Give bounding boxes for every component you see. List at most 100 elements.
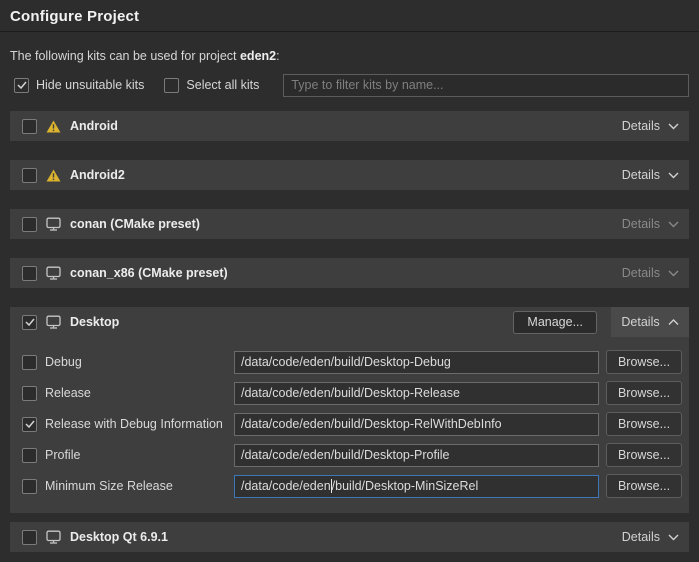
kit-checkbox[interactable] <box>22 530 37 545</box>
kit-name: conan_x86 (CMake preset) <box>70 266 228 280</box>
page-title: Configure Project <box>10 8 689 25</box>
kit-row-android: Android Details <box>10 111 689 141</box>
kit-row-android2: Android2 Details <box>10 160 689 190</box>
details-label: Details <box>621 315 659 329</box>
build-dir-value: /data/code/eden/build/Desktop-RelWithDeb… <box>241 417 502 431</box>
kit-checkbox[interactable] <box>22 315 37 330</box>
build-config-checkbox[interactable] <box>22 417 37 432</box>
browse-button[interactable]: Browse... <box>606 412 682 436</box>
kit-row-conan: conan (CMake preset) Details <box>10 209 689 239</box>
build-dir-value: /data/code/eden/build/Desktop-Release <box>241 386 460 400</box>
kit-row-conan-x86: conan_x86 (CMake preset) Details <box>10 258 689 288</box>
warning-icon <box>46 120 61 133</box>
build-dir-input[interactable]: /data/code/eden/build/Desktop-Release <box>234 382 599 405</box>
chevron-down-icon <box>668 123 679 130</box>
details-button-expanded[interactable]: Details <box>611 307 689 337</box>
build-config-row-debug: Debug /data/code/eden/build/Desktop-Debu… <box>22 350 682 374</box>
details-button-disabled: Details <box>622 217 679 231</box>
build-config-label: Release <box>45 386 234 400</box>
kit-name: Desktop Qt 6.9.1 <box>70 530 168 544</box>
build-config-row-relwithdebinfo: Release with Debug Information /data/cod… <box>22 412 682 436</box>
details-label: Details <box>622 530 660 544</box>
build-dir-value: /build/Desktop-MinSizeRel <box>332 479 479 493</box>
build-config-list: Debug /data/code/eden/build/Desktop-Debu… <box>10 337 689 513</box>
warning-icon <box>46 169 61 182</box>
chevron-up-icon <box>668 319 679 326</box>
kit-row-desktop-qt-691: Desktop Qt 6.9.1 Details <box>10 522 689 552</box>
kit-list: Android Details Android2 Details <box>10 111 689 552</box>
kit-checkbox[interactable] <box>22 119 37 134</box>
hide-unsuitable-kits-toggle[interactable]: Hide unsuitable kits <box>14 78 144 93</box>
kit-filter-controls: Hide unsuitable kits Select all kits <box>14 73 689 97</box>
check-icon <box>25 420 35 428</box>
hide-unsuitable-kits-label[interactable]: Hide unsuitable kits <box>36 78 144 92</box>
desktop-icon <box>46 266 61 280</box>
details-button-disabled: Details <box>622 266 679 280</box>
kit-row-desktop: Desktop Manage... Details Debug /data/co… <box>10 307 689 513</box>
kit-filter-input[interactable] <box>283 74 689 97</box>
details-button[interactable]: Details <box>622 119 679 133</box>
desktop-icon <box>46 217 61 231</box>
chevron-down-icon <box>668 534 679 541</box>
build-dir-input[interactable]: /data/code/eden/build/Desktop-RelWithDeb… <box>234 413 599 436</box>
kit-header: Desktop Qt 6.9.1 Details <box>10 522 689 552</box>
kit-header: conan_x86 (CMake preset) Details <box>10 258 689 288</box>
kit-header: Android Details <box>10 111 689 141</box>
kit-name: Desktop <box>70 315 119 329</box>
build-dir-input[interactable]: /data/code/eden/build/Desktop-Debug <box>234 351 599 374</box>
desktop-icon <box>46 315 61 329</box>
kit-header: conan (CMake preset) Details <box>10 209 689 239</box>
build-dir-input-focused[interactable]: /data/code/eden/build/Desktop-MinSizeRel <box>234 475 599 498</box>
kit-name: Android <box>70 119 118 133</box>
browse-button[interactable]: Browse... <box>606 443 682 467</box>
kit-name: Android2 <box>70 168 125 182</box>
kit-checkbox[interactable] <box>22 266 37 281</box>
build-config-label: Debug <box>45 355 234 369</box>
build-dir-input[interactable]: /data/code/eden/build/Desktop-Profile <box>234 444 599 467</box>
build-config-label: Release with Debug Information <box>45 417 234 431</box>
build-config-checkbox[interactable] <box>22 448 37 463</box>
browse-button[interactable]: Browse... <box>606 474 682 498</box>
intro-text: The following kits can be used for proje… <box>10 49 689 63</box>
details-label: Details <box>622 119 660 133</box>
details-button[interactable]: Details <box>622 530 679 544</box>
project-name: eden2 <box>240 49 276 63</box>
select-all-kits-toggle[interactable]: Select all kits <box>164 78 259 93</box>
details-label: Details <box>622 266 660 280</box>
details-label: Details <box>622 168 660 182</box>
kit-name: conan (CMake preset) <box>70 217 200 231</box>
build-config-checkbox[interactable] <box>22 386 37 401</box>
build-dir-value: /data/code/eden/build/Desktop-Profile <box>241 448 449 462</box>
build-config-row-release: Release /data/code/eden/build/Desktop-Re… <box>22 381 682 405</box>
kit-checkbox[interactable] <box>22 168 37 183</box>
check-icon <box>25 318 35 326</box>
chevron-down-icon <box>668 221 679 228</box>
build-dir-value: /data/code/eden <box>241 479 331 493</box>
kit-checkbox[interactable] <box>22 217 37 232</box>
manage-kits-button[interactable]: Manage... <box>513 311 597 334</box>
select-all-kits-checkbox[interactable] <box>164 78 179 93</box>
intro-prefix: The following kits can be used for proje… <box>10 49 240 63</box>
desktop-icon <box>46 530 61 544</box>
check-icon <box>17 81 27 89</box>
hide-unsuitable-kits-checkbox[interactable] <box>14 78 29 93</box>
details-label: Details <box>622 217 660 231</box>
configure-project-page: Configure Project The following kits can… <box>0 0 699 562</box>
kit-header: Android2 Details <box>10 160 689 190</box>
build-config-checkbox[interactable] <box>22 479 37 494</box>
kit-header: Desktop Manage... Details <box>10 307 689 337</box>
page-header: Configure Project <box>0 0 699 32</box>
build-config-row-profile: Profile /data/code/eden/build/Desktop-Pr… <box>22 443 682 467</box>
details-button[interactable]: Details <box>622 168 679 182</box>
browse-button[interactable]: Browse... <box>606 381 682 405</box>
build-config-checkbox[interactable] <box>22 355 37 370</box>
chevron-down-icon <box>668 270 679 277</box>
build-config-label: Profile <box>45 448 234 462</box>
browse-button[interactable]: Browse... <box>606 350 682 374</box>
select-all-kits-label[interactable]: Select all kits <box>186 78 259 92</box>
chevron-down-icon <box>668 172 679 179</box>
intro-suffix: : <box>276 49 279 63</box>
build-config-label: Minimum Size Release <box>45 479 234 493</box>
build-dir-value: /data/code/eden/build/Desktop-Debug <box>241 355 451 369</box>
build-config-row-minsizerel: Minimum Size Release /data/code/eden/bui… <box>22 474 682 498</box>
